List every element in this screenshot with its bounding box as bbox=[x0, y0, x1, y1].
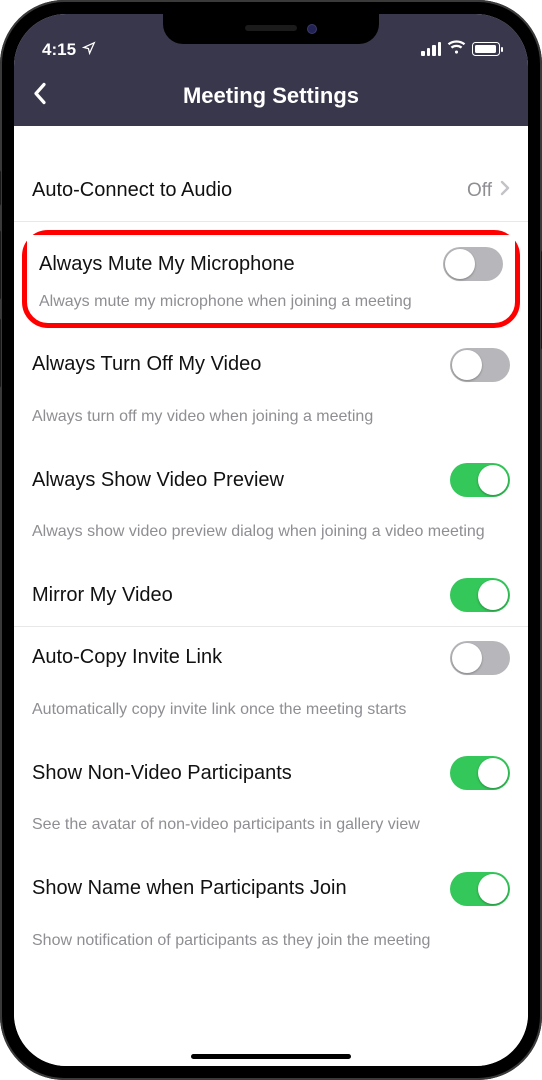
row-show-non-video-participants[interactable]: Show Non-Video Participants bbox=[14, 742, 528, 804]
row-description: Show notification of participants as the… bbox=[14, 920, 528, 960]
location-icon bbox=[82, 40, 96, 60]
chevron-right-icon bbox=[500, 180, 510, 201]
wifi-icon bbox=[447, 39, 466, 59]
row-label: Auto-Connect to Audio bbox=[32, 179, 467, 202]
highlight-annotation: Always Mute My Microphone Always mute my… bbox=[22, 230, 520, 328]
toggle-auto-copy-invite-link[interactable] bbox=[450, 641, 510, 675]
chevron-left-icon bbox=[32, 82, 48, 106]
row-label: Mirror My Video bbox=[32, 584, 450, 607]
page-title: Meeting Settings bbox=[183, 83, 359, 109]
status-time: 4:15 bbox=[42, 40, 76, 60]
screen: 4:15 Meeting Settings Auto-Co bbox=[14, 14, 528, 1066]
row-label: Show Non-Video Participants bbox=[32, 762, 450, 785]
toggle-always-turn-off-video[interactable] bbox=[450, 348, 510, 382]
row-description: Always mute my microphone when joining a… bbox=[27, 287, 515, 323]
row-always-show-video-preview[interactable]: Always Show Video Preview bbox=[14, 449, 528, 511]
settings-list[interactable]: Auto-Connect to Audio Off Always Mute My… bbox=[14, 126, 528, 1066]
row-auto-connect-audio[interactable]: Auto-Connect to Audio Off bbox=[14, 160, 528, 222]
device-frame: 4:15 Meeting Settings Auto-Co bbox=[0, 0, 542, 1080]
spacer bbox=[14, 126, 528, 160]
app-header: Meeting Settings bbox=[14, 66, 528, 126]
row-label: Always Turn Off My Video bbox=[32, 353, 450, 376]
row-description: Always show video preview dialog when jo… bbox=[14, 511, 528, 565]
row-label: Always Show Video Preview bbox=[32, 469, 450, 492]
row-description: Always turn off my video when joining a … bbox=[14, 396, 528, 450]
volume-down-button bbox=[0, 318, 1, 388]
toggle-show-name-participants-join[interactable] bbox=[450, 872, 510, 906]
row-value: Off bbox=[467, 180, 492, 202]
row-always-turn-off-video[interactable]: Always Turn Off My Video bbox=[14, 334, 528, 396]
row-description: See the avatar of non-video participants… bbox=[14, 804, 528, 858]
battery-icon bbox=[472, 42, 500, 56]
cellular-signal-icon bbox=[421, 42, 441, 56]
row-label: Auto-Copy Invite Link bbox=[32, 646, 450, 669]
toggle-always-mute-microphone[interactable] bbox=[443, 247, 503, 281]
volume-up-button bbox=[0, 230, 1, 300]
row-always-mute-microphone[interactable]: Always Mute My Microphone bbox=[27, 235, 515, 287]
silent-switch bbox=[0, 170, 1, 206]
toggle-mirror-my-video[interactable] bbox=[450, 578, 510, 612]
back-button[interactable] bbox=[24, 74, 56, 119]
row-auto-copy-invite-link[interactable]: Auto-Copy Invite Link bbox=[14, 627, 528, 689]
toggle-show-non-video-participants[interactable] bbox=[450, 756, 510, 790]
row-label: Always Mute My Microphone bbox=[39, 253, 443, 276]
row-mirror-my-video[interactable]: Mirror My Video bbox=[14, 565, 528, 627]
toggle-always-show-video-preview[interactable] bbox=[450, 463, 510, 497]
row-description: Automatically copy invite link once the … bbox=[14, 689, 528, 743]
row-show-name-participants-join[interactable]: Show Name when Participants Join bbox=[14, 858, 528, 920]
notch bbox=[163, 14, 379, 44]
home-indicator[interactable] bbox=[191, 1054, 351, 1059]
row-label: Show Name when Participants Join bbox=[32, 877, 450, 900]
